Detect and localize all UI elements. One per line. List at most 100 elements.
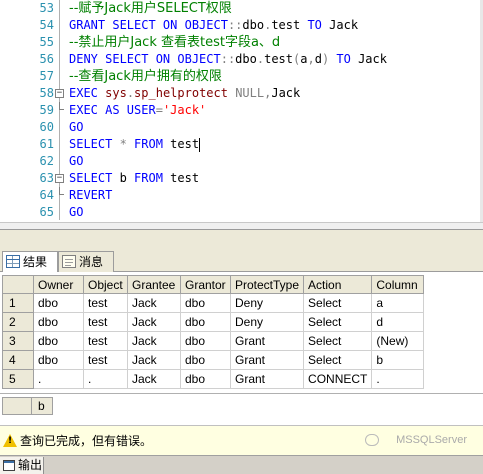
table-cell[interactable]: . — [371, 369, 425, 389]
table-cell[interactable]: Select — [303, 293, 373, 313]
column-header[interactable]: Grantee — [127, 275, 181, 294]
code-token: FROM — [134, 171, 171, 185]
table-cell[interactable]: test — [83, 293, 128, 313]
table-cell[interactable]: Select — [303, 331, 373, 351]
table-cell[interactable]: (New) — [371, 331, 425, 351]
code-line[interactable]: 64 REVERT — [0, 187, 480, 204]
code-token: SELECT — [69, 137, 120, 151]
row-number[interactable]: 2 — [2, 312, 34, 332]
code-token: dbo — [235, 52, 257, 66]
row-number[interactable]: 5 — [2, 369, 34, 389]
grid-corner[interactable] — [2, 275, 34, 294]
code-line[interactable]: 62 GO — [0, 153, 480, 170]
code-line[interactable]: 56 DENY SELECT ON OBJECT::dbo.test(a,d) T… — [0, 51, 480, 68]
column-header[interactable]: b — [31, 397, 53, 415]
table-cell[interactable]: . — [83, 369, 128, 389]
table-cell[interactable]: a — [371, 293, 425, 313]
code-token: --禁止用户Jack 查看表test字段a、d — [69, 35, 281, 50]
table-cell[interactable]: Jack — [127, 369, 181, 389]
code-line[interactable]: 63− SELECT b FROM test — [0, 170, 480, 187]
grid-corner[interactable] — [2, 397, 32, 415]
table-cell[interactable]: Grant — [229, 331, 305, 351]
code-token: DENY SELECT ON OBJECT — [69, 52, 221, 66]
table-cell[interactable]: dbo — [33, 293, 84, 313]
table-cell[interactable]: Deny — [229, 293, 305, 313]
code-text: GRANT SELECT ON OBJECT::dbo.test TO Jack — [69, 17, 358, 34]
table-row[interactable]: 3 dbo test Jack dbo Grant Select (New) — [2, 331, 425, 351]
code-token: :: — [227, 18, 243, 32]
tab-output[interactable]: 输出 — [0, 457, 44, 474]
table-row[interactable]: 4 dbo test Jack dbo Grant Select b — [2, 350, 425, 370]
table-cell[interactable]: CONNECT — [303, 369, 373, 389]
table-cell[interactable]: test — [83, 350, 128, 370]
code-line[interactable]: 60 GO — [0, 119, 480, 136]
table-cell[interactable]: test — [83, 312, 128, 332]
status-message: 查询已完成，但有错误。 — [20, 434, 153, 448]
tab-messages-label: 消息 — [79, 255, 104, 269]
column-header[interactable]: Object — [83, 275, 128, 294]
code-line[interactable]: 54 GRANT SELECT ON OBJECT::dbo.test TO Ja… — [0, 17, 480, 34]
fold-end-marker — [59, 102, 64, 110]
table-cell[interactable]: test — [83, 331, 128, 351]
code-line[interactable]: 58− EXEC sys.sp_helprotect NULL,Jack — [0, 85, 480, 102]
code-token: FROM — [134, 137, 171, 151]
row-number[interactable]: 1 — [2, 293, 34, 313]
sql-editor[interactable]: 53 --赋予Jack用户SELECT权限 54 GRANT SELECT ON OB… — [0, 0, 483, 222]
column-header[interactable]: Column — [371, 275, 425, 294]
table-cell[interactable]: Jack — [127, 312, 181, 332]
table-cell[interactable]: Select — [303, 312, 373, 332]
table-cell[interactable]: b — [371, 350, 425, 370]
table-row[interactable]: 2 dbo test Jack dbo Deny Select d — [2, 312, 425, 332]
pane-splitter[interactable] — [0, 230, 483, 250]
table-row[interactable]: 1 dbo test Jack dbo Deny Select a — [2, 293, 425, 313]
column-header[interactable]: Grantor — [180, 275, 231, 294]
code-line[interactable]: 59 EXEC AS USER='Jack' — [0, 102, 480, 119]
code-line[interactable]: 57 --查看Jack用户拥有的权限 — [0, 68, 480, 85]
row-number[interactable]: 3 — [2, 331, 34, 351]
table-row[interactable]: 5.. Jack dbo Grant CONNECT. — [2, 369, 425, 389]
table-cell[interactable]: dbo — [180, 350, 231, 370]
table-cell[interactable]: dbo — [180, 293, 231, 313]
line-number: 64 — [39, 188, 54, 202]
line-number: 53 — [39, 1, 54, 15]
tab-messages[interactable]: 消息 — [58, 251, 114, 272]
code-text: GO — [69, 204, 83, 221]
table-cell[interactable]: dbo — [180, 331, 231, 351]
table-cell[interactable]: dbo — [33, 350, 84, 370]
table-cell[interactable]: dbo — [180, 369, 231, 389]
table-cell[interactable]: dbo — [33, 331, 84, 351]
code-line[interactable]: 61 SELECT * FROM test — [0, 136, 480, 153]
code-text: GO — [69, 153, 83, 170]
table-cell[interactable]: dbo — [33, 312, 84, 332]
table-cell[interactable]: d — [371, 312, 425, 332]
code-line[interactable]: 55 --禁止用户Jack 查看表test字段a、d — [0, 34, 480, 51]
table-cell[interactable]: Grant — [229, 369, 305, 389]
code-token: sys — [105, 86, 127, 100]
table-cell[interactable]: Grant — [229, 350, 305, 370]
column-header[interactable]: Action — [303, 275, 373, 294]
row-number[interactable]: 4 — [2, 350, 34, 370]
column-header[interactable]: Owner — [33, 275, 84, 294]
grid-header-row: Owner Object Grantee Grantor ProtectType… — [2, 275, 425, 294]
collapse-icon[interactable]: − — [55, 174, 64, 183]
tab-results[interactable]: 结果 — [2, 251, 58, 272]
code-token: --赋予Jack用户SELECT权限 — [69, 1, 232, 16]
line-number: 55 — [39, 35, 54, 49]
table-cell[interactable]: Jack — [127, 331, 181, 351]
table-cell[interactable]: Select — [303, 350, 373, 370]
code-token: 'Jack' — [162, 103, 207, 117]
table-cell[interactable]: Deny — [229, 312, 305, 332]
code-token: d — [314, 52, 322, 66]
table-cell[interactable]: . — [33, 369, 84, 389]
table-cell[interactable]: Jack — [127, 350, 181, 370]
code-token: TO — [307, 18, 330, 32]
column-header[interactable]: ProtectType — [229, 275, 305, 294]
table-cell[interactable]: Jack — [127, 293, 181, 313]
code-line[interactable]: 53 --赋予Jack用户SELECT权限 — [0, 0, 480, 17]
code-line[interactable]: 65 GO — [0, 204, 480, 221]
editor-horizontal-scrollbar[interactable] — [0, 222, 483, 230]
results-pane: Owner Object Grantee Grantor ProtectType… — [0, 273, 483, 393]
table-cell[interactable]: dbo — [180, 312, 231, 332]
collapse-icon[interactable]: − — [55, 89, 64, 98]
text-caret — [199, 137, 201, 152]
